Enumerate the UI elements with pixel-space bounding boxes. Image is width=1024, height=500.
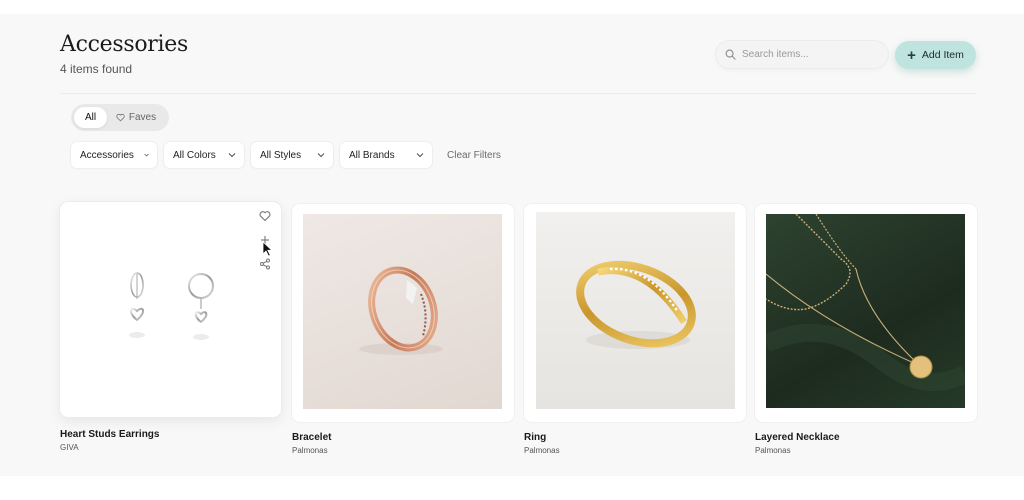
- header-divider: [60, 93, 976, 94]
- rose-gold-bangle-graphic: [359, 266, 443, 355]
- page-title: Accessories: [60, 32, 188, 57]
- style-dropdown-value: All Styles: [260, 149, 302, 161]
- color-dropdown[interactable]: All Colors: [164, 142, 244, 168]
- product-name[interactable]: Ring: [524, 432, 546, 443]
- accessories-page: Accessories 4 items found + Add Item All…: [0, 14, 1024, 476]
- add-item-label: Add Item: [921, 49, 964, 61]
- mouse-pointer-icon: [262, 241, 273, 257]
- chevron-down-icon: [228, 153, 236, 158]
- gold-layered-necklace-graphic: [766, 214, 965, 391]
- category-dropdown-value: Accessories: [80, 149, 134, 161]
- brand-dropdown[interactable]: All Brands: [340, 142, 432, 168]
- product-card-bracelet[interactable]: [292, 204, 514, 422]
- view-toggle: All Faves: [71, 104, 169, 131]
- ring-image: [536, 212, 735, 409]
- product-name[interactable]: Heart Studs Earrings: [60, 429, 159, 440]
- search-box[interactable]: [716, 41, 888, 68]
- search-input[interactable]: [742, 49, 882, 60]
- color-dropdown-value: All Colors: [173, 149, 216, 161]
- bracelet-image: [303, 214, 502, 409]
- product-card-necklace[interactable]: [755, 204, 977, 422]
- product-card-ring[interactable]: [524, 204, 746, 422]
- product-name[interactable]: Bracelet: [292, 432, 331, 443]
- item-count: 4 items found: [60, 62, 133, 76]
- toggle-all[interactable]: All: [74, 107, 107, 128]
- product-brand: Palmonas: [292, 446, 328, 455]
- share-icon[interactable]: [259, 258, 271, 270]
- favorite-heart-icon[interactable]: [259, 210, 271, 222]
- brand-dropdown-value: All Brands: [349, 149, 395, 161]
- clear-filters-link[interactable]: Clear Filters: [447, 150, 501, 161]
- chevron-down-icon: [317, 153, 325, 158]
- heart-icon: [116, 113, 125, 122]
- toggle-faves[interactable]: Faves: [107, 107, 165, 128]
- earrings-image: [129, 272, 214, 340]
- plus-icon: +: [907, 46, 916, 64]
- product-card-earrings[interactable]: [60, 202, 281, 417]
- product-name[interactable]: Layered Necklace: [755, 432, 840, 443]
- category-dropdown[interactable]: Accessories: [71, 142, 157, 168]
- gold-crossover-ring-graphic: [576, 260, 696, 349]
- product-brand: GIVA: [60, 443, 79, 452]
- chevron-down-icon: [144, 153, 149, 157]
- style-dropdown[interactable]: All Styles: [251, 142, 333, 168]
- toggle-faves-label: Faves: [128, 112, 157, 123]
- product-brand: Palmonas: [755, 446, 791, 455]
- product-brand: Palmonas: [524, 446, 560, 455]
- necklace-image: [766, 214, 965, 408]
- add-item-button[interactable]: + Add Item: [895, 41, 976, 69]
- chevron-down-icon: [416, 153, 424, 158]
- filter-bar: Accessories All Colors All Styles All Br…: [71, 142, 501, 168]
- search-icon: [725, 49, 736, 60]
